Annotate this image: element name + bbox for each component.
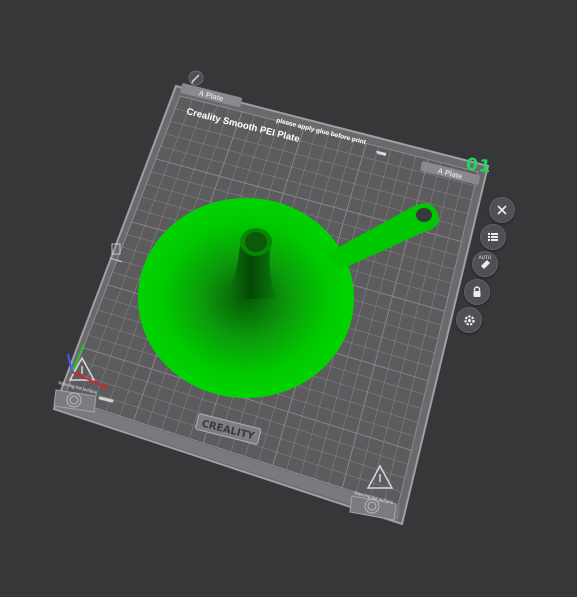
delete-plate-button[interactable] — [489, 197, 515, 223]
scene-canvas[interactable]: Warning hot surface Warning hot surface … — [0, 0, 577, 597]
lock-plate-button[interactable] — [464, 279, 490, 305]
auto-orient-button[interactable]: AUTO — [472, 251, 498, 277]
model-neck-hole — [245, 232, 267, 252]
list-icon — [488, 233, 498, 241]
arrange-button[interactable] — [480, 224, 506, 250]
build-plate-viewport[interactable]: Warning hot surface Warning hot surface … — [0, 0, 577, 597]
plate-settings-button[interactable] — [456, 307, 482, 333]
auto-orient-label: AUTO — [478, 256, 492, 261]
model-handle-hole — [414, 206, 434, 224]
plate-number: 01 — [464, 154, 493, 178]
close-icon — [497, 205, 507, 215]
edit-icon[interactable] — [188, 70, 204, 86]
lock-icon — [473, 286, 481, 297]
gear-icon — [463, 314, 475, 326]
